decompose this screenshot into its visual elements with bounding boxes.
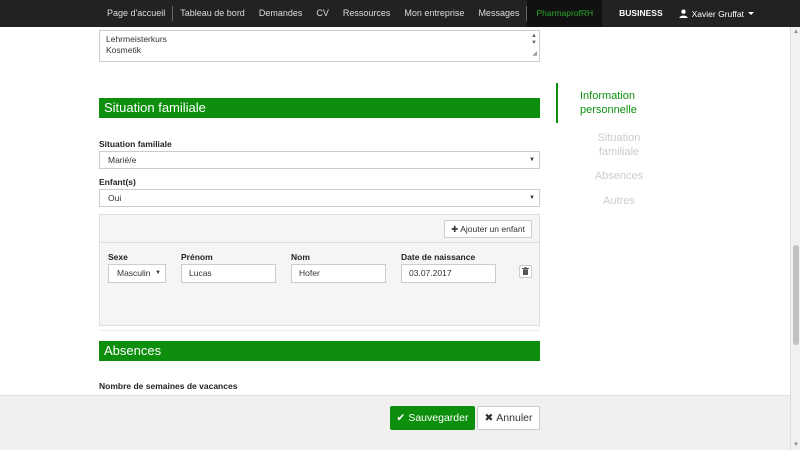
nav-messages[interactable]: Messages	[471, 0, 526, 27]
textarea-line: Lehrmeisterkurs	[106, 34, 167, 44]
cancel-label: Annuler	[496, 412, 533, 424]
sex-select[interactable]: Masculin ▼	[108, 264, 166, 283]
nav-requests[interactable]: Demandes	[252, 0, 310, 27]
sidenav-item-other[interactable]: Autres	[556, 190, 660, 212]
children-value: Oui	[108, 193, 122, 203]
nav-dashboard[interactable]: Tableau de bord	[173, 0, 252, 27]
children-panel-header: ✚ Ajouter un enfant	[100, 215, 539, 243]
resize-handle-icon[interactable]: ◢	[532, 49, 537, 60]
nav-cv[interactable]: CV	[309, 0, 336, 27]
scroll-down-icon[interactable]: ▼	[793, 442, 799, 448]
close-icon: ✖	[484, 412, 494, 424]
chevron-down-icon: ▼	[529, 157, 535, 163]
birthdate-input[interactable]: 03.07.2017	[401, 264, 496, 283]
birthdate-label: Date de naissance	[401, 252, 476, 262]
family-status-value: Marié/e	[108, 155, 137, 165]
add-child-button[interactable]: ✚ Ajouter un enfant	[444, 220, 532, 238]
section-divider	[99, 330, 540, 331]
save-button[interactable]: ✔ Sauvegarder	[390, 406, 475, 430]
nav-home[interactable]: Page d'accueil	[100, 0, 172, 27]
user-menu[interactable]: Xavier Gruffat	[672, 0, 761, 27]
section-nav: Information personnelle Situation famili…	[556, 83, 666, 212]
children-panel: ✚ Ajouter un enfant Sexe Prénom Nom Date …	[99, 214, 540, 326]
scroll-up-icon[interactable]: ▲	[793, 29, 799, 35]
plus-icon: ✚	[451, 224, 459, 234]
lastname-label: Nom	[291, 252, 310, 262]
sex-value: Masculin	[117, 268, 151, 278]
cancel-button[interactable]: ✖ Annuler	[477, 406, 540, 430]
firstname-label: Prénom	[181, 252, 213, 262]
chevron-down-icon: ▼	[155, 270, 161, 276]
check-icon: ✔	[396, 412, 406, 424]
scrollbar-thumb[interactable]	[793, 245, 799, 345]
page-scrollbar[interactable]: ▲ ▼	[790, 27, 800, 450]
delete-child-button[interactable]	[519, 265, 532, 278]
children-label: Enfant(s)	[99, 177, 136, 187]
sex-label: Sexe	[108, 252, 128, 262]
family-status-select[interactable]: Marié/e ▼	[99, 151, 540, 169]
nav-business[interactable]: BUSINESS	[610, 0, 671, 27]
family-status-label: Situation familiale	[99, 139, 172, 149]
lastname-input[interactable]: Hofer	[291, 264, 386, 283]
top-navbar: Page d'accueil Tableau de bord Demandes …	[0, 0, 800, 27]
sidenav-item-absences[interactable]: Absences	[556, 165, 660, 187]
children-select[interactable]: Oui ▼	[99, 189, 540, 207]
save-label: Sauvegarder	[408, 412, 469, 424]
user-icon	[679, 9, 688, 18]
section-header-absences: Absences	[99, 341, 540, 361]
sidenav-item-personal-info[interactable]: Information personnelle	[556, 83, 666, 123]
firstname-input[interactable]: Lucas	[181, 264, 276, 283]
add-child-label: Ajouter un enfant	[460, 224, 525, 234]
section-header-family: Situation familiale	[99, 98, 540, 118]
nav-my-company[interactable]: Mon entreprise	[397, 0, 471, 27]
nav-brand-link[interactable]: PharmaprofRH	[527, 0, 603, 27]
sidenav-item-family[interactable]: Situation familiale	[556, 127, 660, 163]
textarea-line: Kosmetik	[106, 45, 141, 55]
form-footer: ✔ Sauvegarder ✖ Annuler	[0, 395, 790, 450]
vacation-weeks-label: Nombre de semaines de vacances	[99, 381, 238, 391]
textarea-scroll-arrows[interactable]: ▲ ▼	[531, 33, 537, 47]
chevron-down-icon: ▼	[529, 195, 535, 201]
education-textarea[interactable]: Lehrmeisterkurs Kosmetik ▲ ▼ ◢	[99, 30, 540, 62]
user-name: Xavier Gruffat	[691, 8, 744, 19]
trash-icon	[522, 267, 529, 275]
chevron-down-icon	[747, 12, 754, 15]
nav-resources[interactable]: Ressources	[336, 0, 398, 27]
